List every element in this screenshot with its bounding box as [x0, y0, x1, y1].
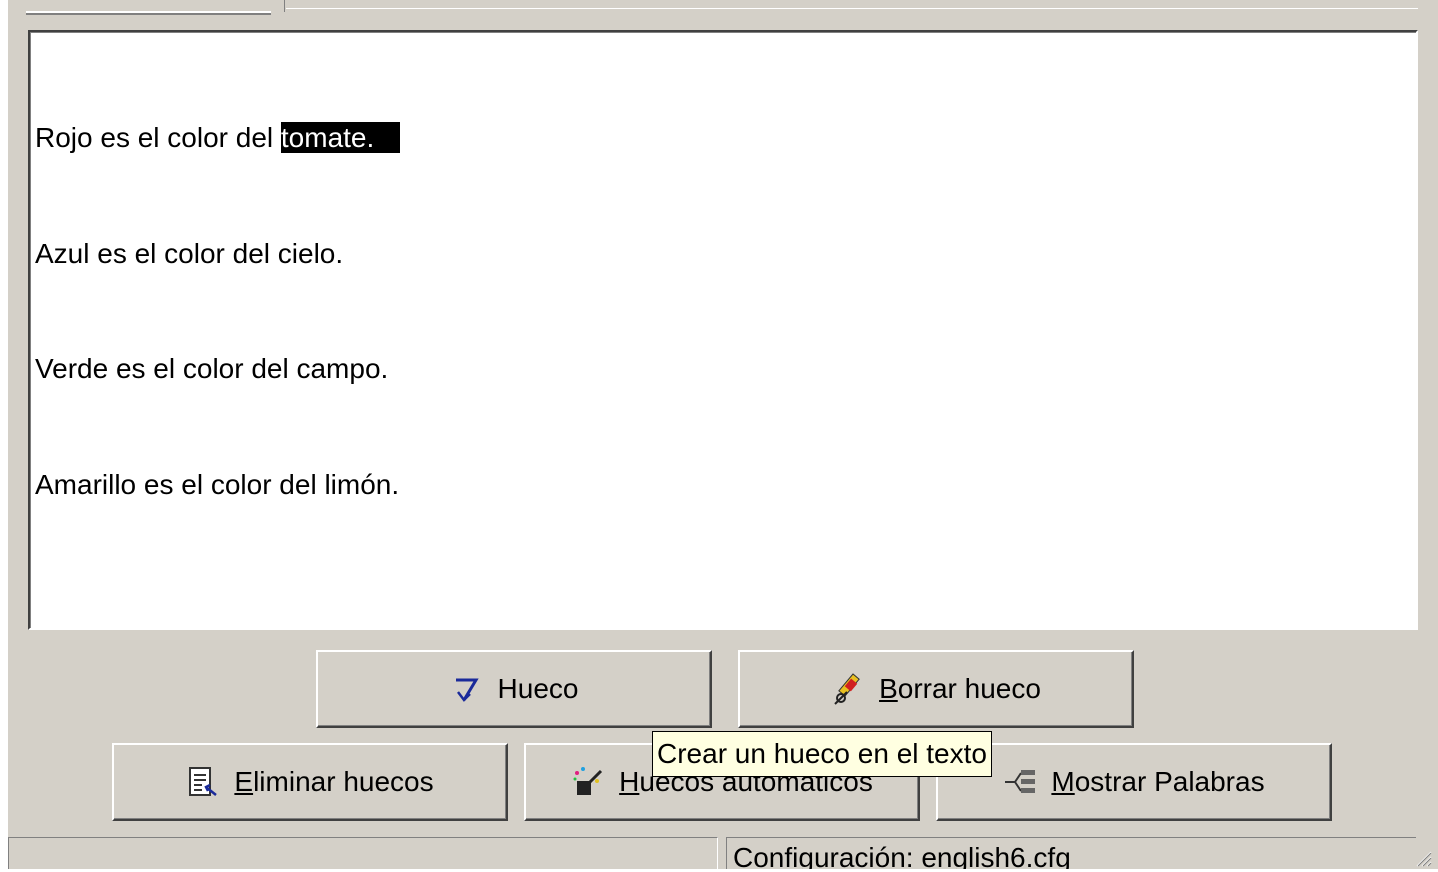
auto-mnemonic: H — [619, 766, 640, 797]
editor-content[interactable]: Rojo es el color del tomate. Azul es el … — [35, 42, 401, 581]
borrar-label-rest: orrar hueco — [897, 673, 1041, 704]
editor-line-text: Rojo es el color del — [35, 122, 281, 153]
tab-strip-edge — [286, 8, 1418, 9]
mostrar-palabras-button[interactable]: Mostrar Palabras — [936, 743, 1332, 821]
borrar-hueco-button[interactable]: Borrar hueco — [738, 650, 1134, 728]
mostrar-label-rest: ostrar Palabras — [1074, 766, 1265, 797]
selected-text[interactable]: tomate. — [280, 122, 401, 153]
tooltip: Crear un hueco en el texto — [652, 731, 992, 777]
editor-line: Amarillo es el color del limón. — [35, 468, 400, 500]
eliminar-huecos-button[interactable]: Eliminar huecos — [112, 743, 508, 821]
eliminar-mnemonic: E — [234, 766, 254, 797]
borrar-mnemonic: B — [879, 673, 898, 704]
eliminar-label-rest: liminar huecos — [253, 766, 434, 797]
hueco-button-label: Hueco — [497, 673, 579, 704]
mostrar-palabras-label: Mostrar Palabras — [1051, 766, 1264, 798]
eliminar-huecos-label: Eliminar huecos — [234, 766, 433, 798]
status-bar: Configuración: english6.cfg — [8, 833, 1438, 869]
tab-separator — [276, 0, 285, 12]
mostrar-mnemonic: M — [1051, 766, 1075, 797]
app-window: Rojo es el color del tomate. Azul es el … — [8, 0, 1438, 869]
text-editor[interactable]: Rojo es el color del tomate. Azul es el … — [28, 30, 1418, 630]
tab-strip — [8, 0, 1438, 14]
status-config: Configuración: english6.cfg — [726, 837, 1416, 869]
editor-line: Verde es el color del campo. — [35, 353, 389, 384]
resize-grip-icon[interactable] — [1412, 847, 1432, 867]
word-list-icon — [1003, 765, 1037, 799]
tab-active[interactable] — [26, 0, 271, 13]
editor-line: Azul es el color del cielo. — [35, 237, 344, 269]
status-panel-left — [8, 837, 718, 869]
borrar-hueco-label: Borrar hueco — [879, 673, 1041, 705]
editor-line: Rojo es el color del tomate. — [35, 119, 401, 158]
gap-arrow-icon — [450, 672, 484, 706]
hueco-button[interactable]: Hueco — [316, 650, 712, 728]
document-remove-icon — [186, 765, 220, 799]
magic-wand-icon — [571, 765, 605, 799]
eraser-icon — [831, 672, 865, 706]
